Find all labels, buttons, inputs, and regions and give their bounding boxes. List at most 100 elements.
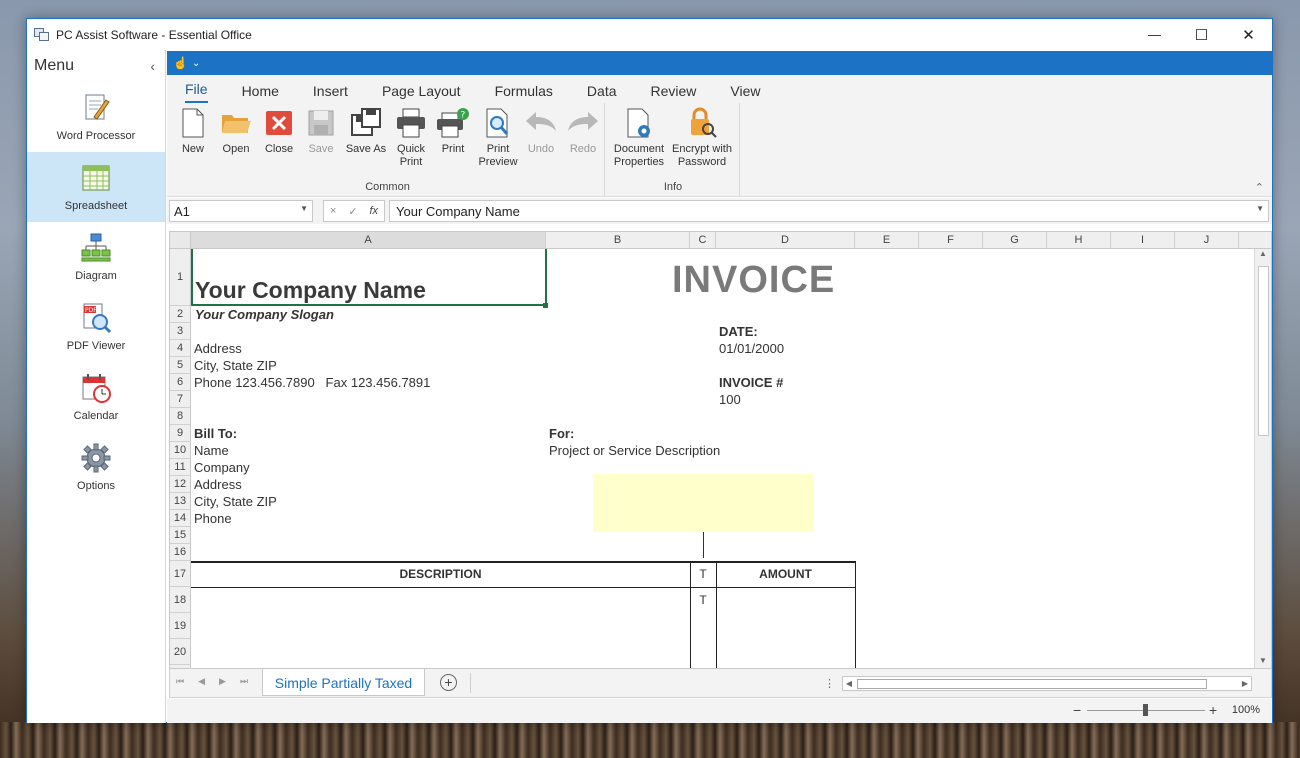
maximize-button[interactable]: ☐: [1178, 19, 1225, 50]
column-header-i[interactable]: I: [1111, 232, 1175, 249]
row-header-13[interactable]: 13: [170, 493, 191, 510]
invoice-number-value-cell[interactable]: 100: [719, 392, 741, 407]
horizontal-scroll-thumb[interactable]: [857, 679, 1207, 689]
touch-mode-icon[interactable]: ☝: [173, 56, 188, 70]
row-header-14[interactable]: 14: [170, 510, 191, 527]
address-cell[interactable]: Address: [194, 341, 242, 356]
column-header-e[interactable]: E: [855, 232, 919, 249]
last-sheet-icon[interactable]: ⏭: [240, 676, 248, 687]
row-header-11[interactable]: 11: [170, 459, 191, 476]
row-header-16[interactable]: 16: [170, 544, 191, 561]
zoom-level[interactable]: 100%: [1232, 704, 1260, 716]
row-header-10[interactable]: 10: [170, 442, 191, 459]
bill-address-cell[interactable]: Address: [194, 477, 242, 492]
note-shape[interactable]: [593, 474, 814, 532]
tab-review[interactable]: Review: [651, 83, 697, 103]
bill-company-cell[interactable]: Company: [194, 460, 250, 475]
enter-formula-button[interactable]: ✓: [348, 205, 357, 218]
row-header-2[interactable]: 2: [170, 306, 191, 323]
new-button[interactable]: New: [175, 107, 211, 156]
column-header-b[interactable]: B: [546, 232, 690, 249]
zoom-out-button[interactable]: −: [1073, 702, 1081, 718]
column-header-c[interactable]: C: [690, 232, 716, 249]
menu-item-options[interactable]: Options: [27, 432, 165, 502]
tab-insert[interactable]: Insert: [313, 83, 348, 103]
tab-data[interactable]: Data: [587, 83, 617, 103]
formula-input[interactable]: Your Company Name ▼: [389, 200, 1269, 222]
company-name-cell[interactable]: Your Company Name: [195, 277, 426, 304]
menu-item-spreadsheet[interactable]: Spreadsheet: [27, 152, 165, 222]
print-preview-button[interactable]: Print Preview: [477, 107, 519, 169]
qat-dropdown[interactable]: ⌄: [192, 58, 200, 69]
save-button[interactable]: Save: [303, 107, 339, 156]
row-header-6[interactable]: 6: [170, 374, 191, 391]
print-button[interactable]: ? Print: [435, 107, 471, 156]
undo-button[interactable]: Undo: [523, 107, 559, 156]
scroll-right-icon[interactable]: ▶: [1239, 677, 1251, 690]
quick-print-button[interactable]: Quick Print: [393, 107, 429, 169]
horizontal-scrollbar[interactable]: ◀ ▶: [842, 676, 1252, 691]
vertical-scroll-thumb[interactable]: [1258, 266, 1269, 436]
slogan-cell[interactable]: Your Company Slogan: [195, 307, 334, 322]
header-amount-cell[interactable]: AMOUNT: [716, 567, 855, 581]
minimize-button[interactable]: —: [1131, 19, 1178, 50]
prev-sheet-icon[interactable]: ◀: [198, 676, 205, 687]
tab-page-layout[interactable]: Page Layout: [382, 83, 461, 103]
chevron-left-icon[interactable]: ‹: [150, 58, 155, 74]
zoom-slider-thumb[interactable]: [1143, 704, 1148, 716]
row-header-18[interactable]: 18: [170, 587, 191, 613]
first-sheet-icon[interactable]: ⏮: [176, 676, 184, 687]
row-header-3[interactable]: 3: [170, 323, 191, 340]
column-header-h[interactable]: H: [1047, 232, 1111, 249]
date-label-cell[interactable]: DATE:: [719, 324, 758, 339]
for-label-cell[interactable]: For:: [549, 426, 574, 441]
add-sheet-button[interactable]: +: [440, 674, 457, 691]
zoom-in-button[interactable]: +: [1209, 702, 1217, 718]
column-header-j[interactable]: J: [1175, 232, 1239, 249]
row-header-5[interactable]: 5: [170, 357, 191, 374]
row-header-9[interactable]: 9: [170, 425, 191, 442]
phone-fax-cell[interactable]: Phone 123.456.7890 Fax 123.456.7891: [194, 375, 430, 390]
row-header-20[interactable]: 20: [170, 639, 191, 665]
row-header-7[interactable]: 7: [170, 391, 191, 408]
document-properties-button[interactable]: Document Properties: [611, 107, 667, 169]
tab-splitter-handle[interactable]: ⋮: [824, 677, 835, 690]
save-as-button[interactable]: Save As: [345, 107, 387, 156]
tab-file[interactable]: File: [185, 81, 208, 103]
row-header-4[interactable]: 4: [170, 340, 191, 357]
invoice-title-cell[interactable]: INVOICE: [672, 259, 835, 302]
fill-handle[interactable]: [543, 303, 548, 308]
row18-tax-cell[interactable]: T: [690, 593, 716, 607]
scroll-left-icon[interactable]: ◀: [843, 677, 855, 690]
menu-item-word-processor[interactable]: Word Processor: [27, 82, 165, 152]
row-header-19[interactable]: 19: [170, 613, 191, 639]
header-description-cell[interactable]: DESCRIPTION: [191, 567, 690, 581]
vertical-scrollbar[interactable]: ▲ ▼: [1254, 249, 1271, 668]
sheet-tab-active[interactable]: Simple Partially Taxed: [262, 669, 425, 696]
bill-name-cell[interactable]: Name: [194, 443, 229, 458]
bill-phone-cell[interactable]: Phone: [194, 511, 232, 526]
column-header-f[interactable]: F: [919, 232, 983, 249]
row-header-1[interactable]: 1: [170, 249, 191, 306]
row-header-8[interactable]: 8: [170, 408, 191, 425]
menu-item-calendar[interactable]: Calendar: [27, 362, 165, 432]
insert-function-button[interactable]: fx: [369, 205, 378, 217]
close-button[interactable]: ✕: [1225, 19, 1272, 50]
spreadsheet-grid[interactable]: A B C D E F G H I J 1 2 3 4 5 6 7 8 9 10…: [169, 231, 1272, 669]
menu-item-diagram[interactable]: Diagram: [27, 222, 165, 292]
select-all-corner[interactable]: [170, 232, 191, 249]
scroll-up-icon[interactable]: ▲: [1255, 249, 1271, 263]
row-header-15[interactable]: 15: [170, 527, 191, 544]
tab-view[interactable]: View: [730, 83, 760, 103]
scroll-down-icon[interactable]: ▼: [1255, 656, 1271, 668]
cancel-formula-button[interactable]: ×: [330, 205, 336, 217]
row-header-12[interactable]: 12: [170, 476, 191, 493]
ribbon-collapse-icon[interactable]: ⌃: [1255, 181, 1264, 194]
chevron-down-icon[interactable]: ▼: [300, 204, 308, 213]
redo-button[interactable]: Redo: [565, 107, 601, 156]
close-doc-button[interactable]: Close: [261, 107, 297, 156]
chevron-down-icon[interactable]: ▼: [1256, 204, 1264, 213]
tab-home[interactable]: Home: [242, 83, 279, 103]
column-header-g[interactable]: G: [983, 232, 1047, 249]
column-header-d[interactable]: D: [716, 232, 855, 249]
